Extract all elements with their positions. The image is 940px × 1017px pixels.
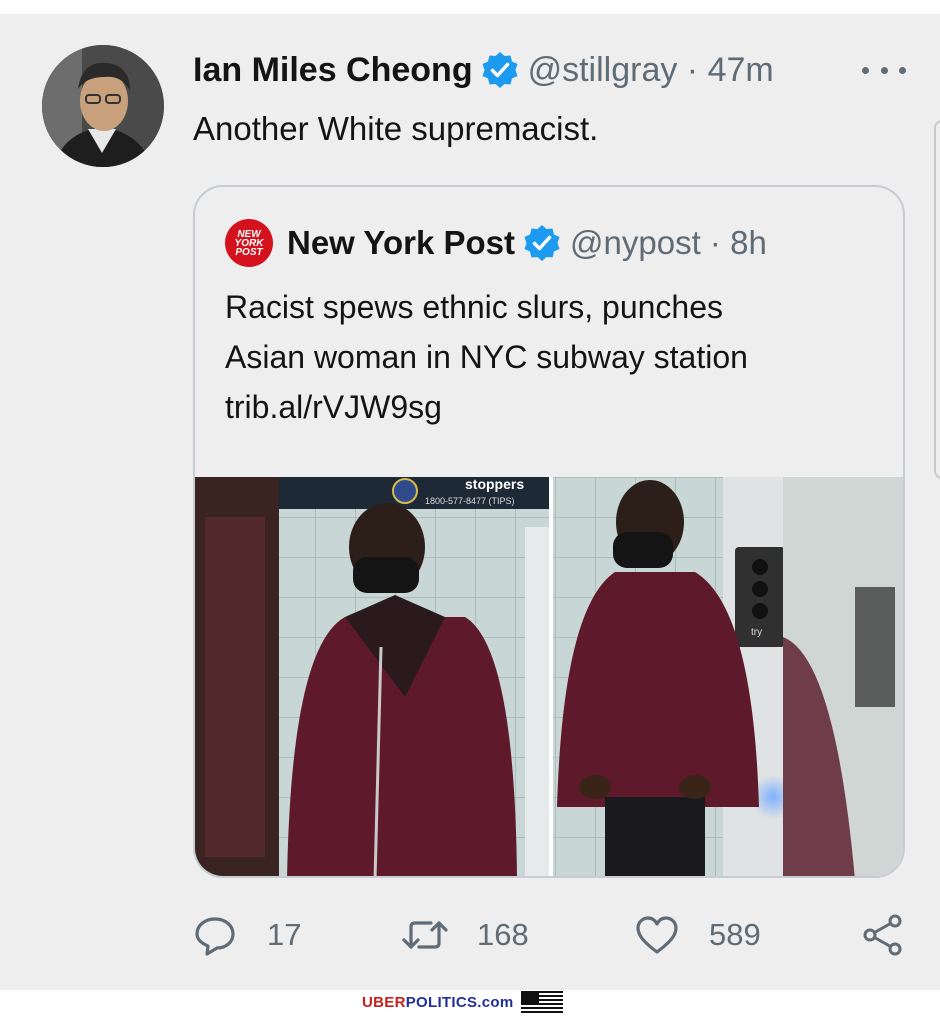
- quoted-handle-time: @nypost · 8h: [570, 224, 767, 261]
- reply-icon[interactable]: [193, 913, 237, 957]
- tweet-header: Ian Miles Cheong @stillgray · 47m: [193, 47, 774, 93]
- verified-badge-icon: [523, 224, 561, 262]
- quoted-link[interactable]: trib.al/rVJW9sg: [225, 382, 885, 432]
- reply-action[interactable]: 17: [193, 912, 301, 958]
- author-avatar[interactable]: [42, 45, 164, 167]
- nypost-logo: NEW YORK POST: [225, 219, 273, 267]
- verified-badge-icon: [481, 51, 519, 89]
- author-name[interactable]: Ian Miles Cheong: [193, 51, 473, 90]
- watermark: UBER POLITICS.com: [362, 990, 564, 1014]
- entry-sign-text: try: [751, 627, 762, 638]
- reply-count: 17: [267, 917, 302, 952]
- author-handle-time[interactable]: @stillgray · 47m: [528, 51, 774, 90]
- tweet-actions: 17 168 589: [193, 912, 913, 958]
- quoted-media-image[interactable]: stoppers 1800-577-8477 (TIPS) try: [195, 476, 903, 876]
- quoted-header: NEW YORK POST New York Post @nypost · 8h: [225, 219, 767, 267]
- retweet-action[interactable]: 168: [401, 912, 529, 958]
- more-options-icon[interactable]: [862, 56, 906, 84]
- retweet-count: 168: [477, 917, 529, 952]
- watermark-part2: POLITICS.com: [405, 993, 514, 1011]
- quoted-tweet[interactable]: NEW YORK POST New York Post @nypost · 8h…: [193, 185, 905, 878]
- crime-stoppers-title: stoppers: [465, 477, 524, 492]
- quoted-text-line: Asian woman in NYC subway station: [225, 339, 748, 375]
- retweet-icon[interactable]: [401, 913, 449, 957]
- share-icon[interactable]: [861, 912, 905, 958]
- watermark-part1: UBER: [362, 993, 406, 1011]
- crime-stoppers-phone: 1800-577-8477 (TIPS): [425, 496, 515, 506]
- quoted-text: Racist spews ethnic slurs, punches Asian…: [225, 282, 885, 432]
- heart-icon[interactable]: [635, 913, 679, 957]
- quoted-text-line: Racist spews ethnic slurs, punches: [225, 289, 723, 325]
- like-action[interactable]: 589: [635, 912, 761, 958]
- scrollbar[interactable]: [934, 120, 940, 479]
- us-flag-icon: [521, 991, 564, 1013]
- quoted-author-name: New York Post: [287, 224, 516, 261]
- like-count: 589: [709, 917, 761, 952]
- tweet-text: Another White supremacist.: [193, 110, 599, 147]
